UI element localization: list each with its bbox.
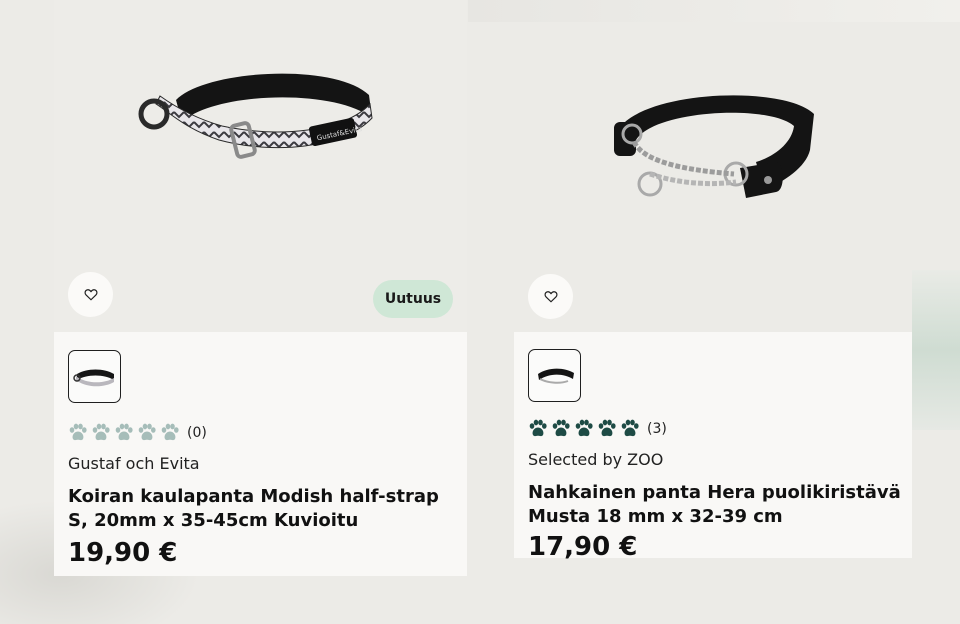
paw-icon bbox=[621, 419, 639, 437]
product-brand: Gustaf och Evita bbox=[68, 454, 200, 473]
product-thumbnail[interactable] bbox=[528, 349, 581, 402]
background-strip bbox=[468, 0, 960, 22]
paw-icon bbox=[92, 423, 110, 441]
product-title[interactable]: Koiran kaulapanta Modish half-strap S, 2… bbox=[68, 485, 448, 533]
product-image bbox=[614, 95, 814, 198]
product-image-area[interactable]: Gustaf&Evita Uutuus bbox=[54, 0, 467, 332]
product-price: 19,90 € bbox=[68, 538, 178, 568]
background-blur bbox=[912, 270, 960, 430]
product-card[interactable]: (3) Selected by ZOO Nahkainen panta Hera… bbox=[514, 22, 912, 562]
new-badge: Uutuus bbox=[373, 280, 453, 318]
product-info: (0) Gustaf och Evita Koiran kaulapanta M… bbox=[54, 332, 467, 576]
product-info: (3) Selected by ZOO Nahkainen panta Hera… bbox=[514, 332, 912, 562]
rating: (3) bbox=[528, 419, 667, 438]
product-thumbnail[interactable] bbox=[68, 350, 121, 403]
paw-icon bbox=[138, 423, 156, 441]
paw-icon bbox=[529, 419, 547, 437]
favorite-button[interactable] bbox=[68, 272, 113, 317]
paw-icon bbox=[161, 423, 179, 441]
rating-count: (0) bbox=[187, 424, 207, 441]
paw-icon bbox=[552, 419, 570, 437]
rating-count: (3) bbox=[647, 420, 667, 437]
paw-icon bbox=[69, 423, 87, 441]
paw-icon bbox=[598, 419, 616, 437]
rating: (0) bbox=[68, 423, 207, 442]
heart-icon bbox=[544, 291, 557, 303]
paw-icon bbox=[115, 423, 133, 441]
product-card[interactable]: Gustaf&Evita Uutuus (0) Gustaf och Evita bbox=[54, 0, 467, 576]
collar-thumbnail-icon bbox=[537, 368, 574, 384]
collar-thumbnail-icon bbox=[72, 369, 114, 386]
favorite-button[interactable] bbox=[528, 274, 573, 319]
paw-icon bbox=[575, 419, 593, 437]
product-brand: Selected by ZOO bbox=[528, 450, 664, 469]
heart-icon bbox=[84, 289, 97, 301]
product-image-area[interactable] bbox=[514, 22, 912, 332]
product-title[interactable]: Nahkainen panta Hera puolikiristävä Must… bbox=[528, 481, 908, 529]
product-price: 17,90 € bbox=[528, 532, 638, 562]
